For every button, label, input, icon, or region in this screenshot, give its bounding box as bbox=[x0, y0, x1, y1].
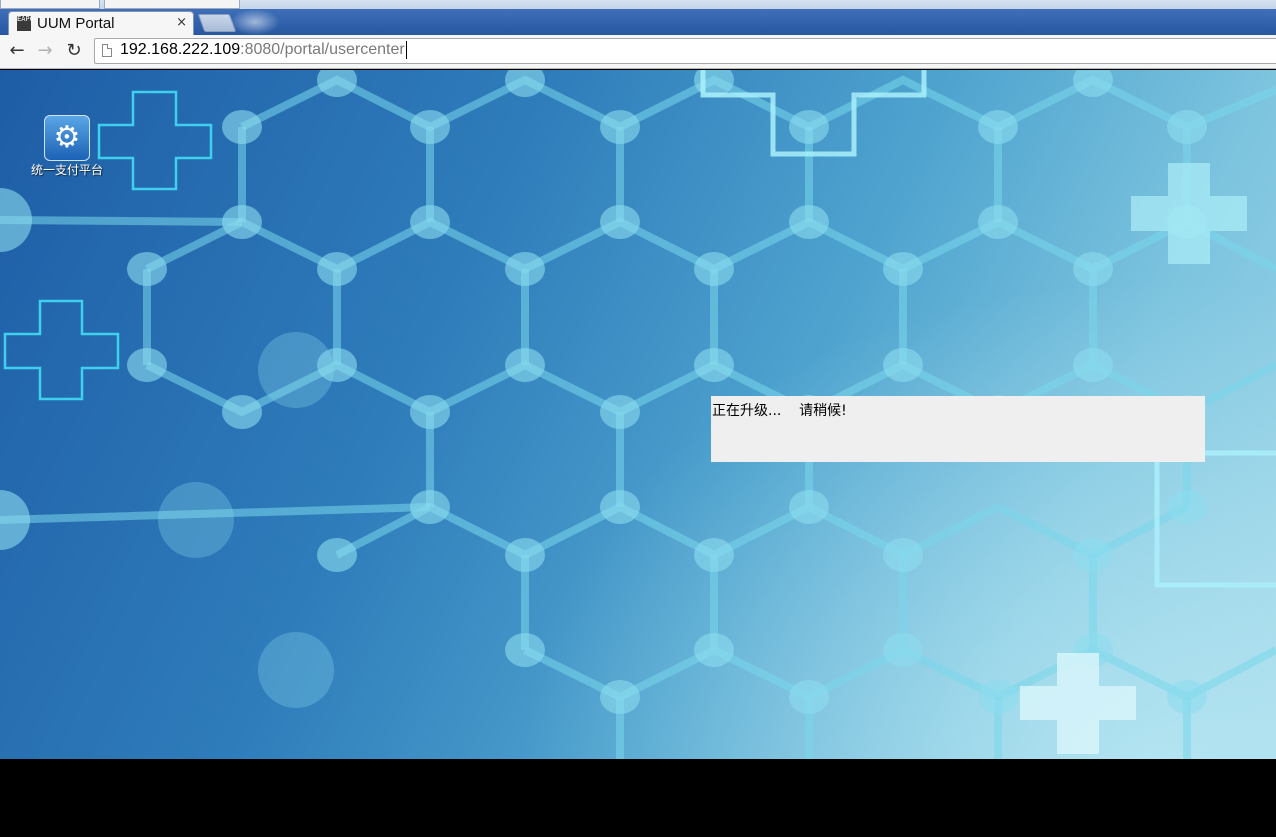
background-tab[interactable] bbox=[0, 0, 100, 9]
upgrade-message-box: 正在升级... 请稍候! bbox=[711, 396, 1205, 462]
text-caret bbox=[405, 41, 407, 59]
tab-bar: EAP6 UUM Portal × bbox=[0, 9, 1276, 35]
close-tab-icon[interactable]: × bbox=[176, 15, 187, 30]
url-host: 192.168.222.109 bbox=[120, 41, 241, 59]
reload-button[interactable]: ↻ bbox=[63, 40, 85, 62]
gear-icon: ⚙ bbox=[44, 115, 90, 161]
background-tab[interactable] bbox=[104, 0, 240, 9]
upgrade-status-text: 正在升级... 请稍候! bbox=[712, 403, 847, 419]
url-path: :8080/portal/usercenter bbox=[240, 41, 405, 59]
forward-button[interactable]: → bbox=[34, 40, 56, 62]
tab-uum-portal[interactable]: EAP6 UUM Portal × bbox=[8, 11, 194, 35]
address-bar[interactable]: 192.168.222.109:8080/portal/usercenter bbox=[94, 38, 1276, 64]
page-icon bbox=[102, 44, 112, 57]
tab-glow bbox=[230, 9, 280, 35]
favicon-icon: EAP6 bbox=[17, 16, 34, 31]
back-button[interactable]: ← bbox=[6, 40, 28, 62]
browser-toolbar: ← → ↻ 192.168.222.109:8080/portal/userce… bbox=[0, 35, 1276, 69]
desktop-background: ⚙ 统一支付平台 正在升级... 请稍候! bbox=[0, 70, 1276, 759]
url-text[interactable]: 192.168.222.109:8080/portal/usercenter bbox=[120, 41, 407, 59]
network-nodes bbox=[0, 70, 1207, 714]
desktop-icon-label: 统一支付平台 bbox=[30, 163, 103, 177]
window-top-strip bbox=[0, 0, 1276, 9]
desktop-icon-payment-platform[interactable]: ⚙ 统一支付平台 bbox=[30, 115, 104, 177]
tab-title: UUM Portal bbox=[37, 15, 115, 32]
